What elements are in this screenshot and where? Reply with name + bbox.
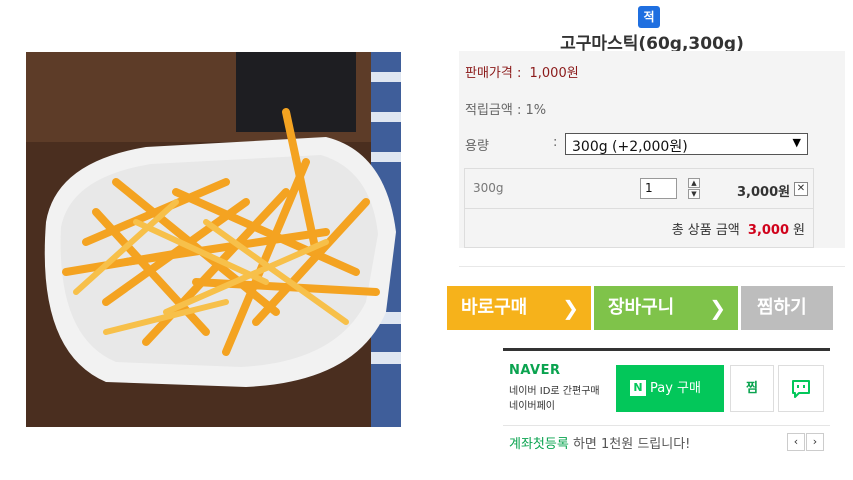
chat-bubble-icon [792, 379, 810, 398]
capacity-select-value: 300g (+2,000원) [572, 139, 688, 155]
naver-pay-desc: 네이버 ID로 간편구매 [509, 386, 600, 397]
naver-pay-name: 네이버페이 [509, 401, 555, 412]
buy-now-label: 바로구매 [461, 297, 528, 318]
naver-pay-buy-label: Pay 구매 [650, 381, 701, 396]
sale-price-value: 1,000원 [529, 66, 579, 81]
wishlist-label: 찜하기 [757, 297, 807, 318]
option-label: 용량 [465, 139, 489, 154]
quantity-up-icon[interactable]: ▲ [688, 178, 700, 188]
point-rate: 적립금액 : 1% [465, 103, 547, 118]
naver-pay-panel: NAVER 네이버 ID로 간편구매 네이버페이 N Pay 구매 찜 [503, 348, 830, 412]
point-badge-icon: 적 [638, 6, 660, 28]
quantity-input[interactable]: 1 [640, 178, 677, 199]
chevron-right-icon: ❯ [709, 296, 726, 320]
chevron-right-icon: ❯ [562, 296, 579, 320]
divider [503, 425, 830, 426]
talk-chat-button[interactable] [778, 365, 824, 412]
product-info-panel: 판매가격 : 1,000원 적립금액 : 1% 용량 : 300g (+2,00… [459, 51, 845, 248]
product-image [26, 52, 401, 427]
total-price: 총 상품 금액 3,000 원 [672, 219, 805, 238]
naver-wish-label: 찜 [746, 381, 758, 396]
selected-option-box: 300g 1 ▲ ▼ 3,000원 ✕ 총 상품 금액 3,000 원 [464, 168, 814, 248]
dropdown-arrow-icon: ▼ [792, 136, 801, 149]
divider [465, 208, 813, 209]
sale-price-label: 판매가격 : [465, 66, 526, 81]
promo-prev-icon[interactable]: ‹ [787, 433, 805, 451]
add-to-cart-button[interactable]: 장바구니 ❯ [594, 286, 738, 330]
capacity-select[interactable]: 300g (+2,000원) ▼ [565, 133, 808, 155]
wishlist-button[interactable]: 찜하기 [741, 286, 833, 330]
promo-banner[interactable]: 계좌첫등록 하면 1천원 드립니다! [509, 433, 690, 452]
promo-highlight: 계좌첫등록 [509, 437, 569, 452]
naver-logo: NAVER [509, 363, 561, 378]
total-price-label: 총 상품 금액 [671, 223, 740, 238]
naver-pay-buy-button[interactable]: N Pay 구매 [616, 365, 724, 412]
naver-n-icon: N [630, 380, 646, 396]
naver-wish-button[interactable]: 찜 [730, 365, 774, 412]
promo-next-icon[interactable]: › [806, 433, 824, 451]
buy-now-button[interactable]: 바로구매 ❯ [447, 286, 591, 330]
option-colon: : [553, 135, 558, 150]
selected-option-price: 3,000원 [737, 185, 791, 200]
promo-text: 하면 1천원 드립니다! [568, 437, 691, 452]
quantity-down-icon[interactable]: ▼ [688, 189, 700, 199]
divider [459, 266, 845, 267]
total-price-amount: 3,000 [747, 223, 790, 238]
remove-option-icon[interactable]: ✕ [794, 182, 808, 196]
sale-price: 판매가격 : 1,000원 [465, 62, 579, 81]
selected-option-name: 300g [473, 181, 504, 195]
total-price-unit: 원 [793, 223, 805, 238]
add-to-cart-label: 장바구니 [608, 297, 675, 318]
